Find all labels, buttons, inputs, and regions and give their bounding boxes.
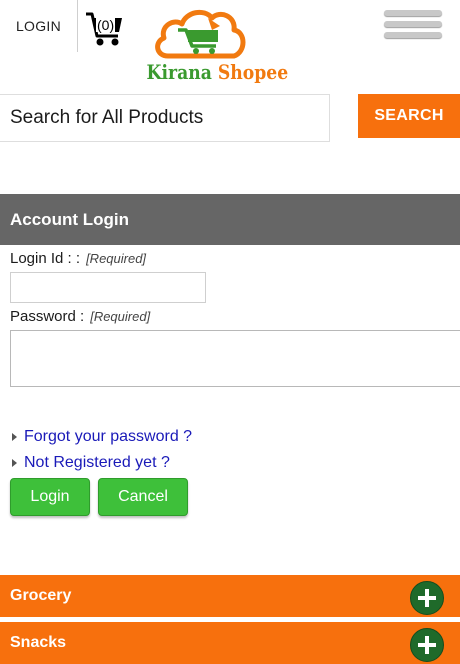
site-logo[interactable]: Kirana Shopee xyxy=(138,4,289,92)
menu-hamburger-icon[interactable] xyxy=(384,10,442,40)
password-field[interactable] xyxy=(10,330,460,387)
password-label: Password : [Required] xyxy=(10,308,150,325)
category-grocery-label: Grocery xyxy=(10,587,72,604)
login-id-field[interactable] xyxy=(10,272,206,303)
logo-text-kirana: Kirana xyxy=(146,60,212,84)
forgot-password-text: Forgot your password ? xyxy=(24,428,193,445)
account-login-header: Account Login xyxy=(0,194,460,245)
search-input[interactable]: Search for All Products xyxy=(0,94,330,142)
register-link[interactable]: Not Registered yet ? xyxy=(12,454,170,472)
site-header: LOGIN (0) Kirana Shopee xyxy=(0,0,460,92)
header-login-link[interactable]: LOGIN xyxy=(0,0,78,52)
login-id-label: Login Id : : [Required] xyxy=(10,250,146,267)
category-snacks[interactable]: Snacks xyxy=(0,622,460,664)
expand-plus-icon[interactable] xyxy=(410,581,444,615)
expand-plus-icon[interactable] xyxy=(410,628,444,662)
logo-cloud-cart-icon xyxy=(155,9,246,59)
logo-text: Kirana Shopee xyxy=(146,60,289,84)
login-id-required-note: [Required] xyxy=(86,251,147,266)
cart-button[interactable]: (0) xyxy=(84,8,126,48)
cancel-button[interactable]: Cancel xyxy=(98,478,188,516)
forgot-password-link[interactable]: Forgot your password ? xyxy=(12,428,192,446)
password-label-text: Password : xyxy=(10,308,85,325)
cart-count: (0) xyxy=(96,17,116,33)
login-button[interactable]: Login xyxy=(10,478,90,516)
password-required-note: [Required] xyxy=(90,309,151,324)
category-snacks-label: Snacks xyxy=(10,634,67,651)
search-button[interactable]: SEARCH xyxy=(358,94,460,138)
logo-text-shopee: Shopee xyxy=(217,60,289,84)
arrow-right-icon xyxy=(12,459,17,467)
arrow-right-icon xyxy=(12,433,17,441)
category-grocery[interactable]: Grocery xyxy=(0,575,460,617)
register-text: Not Registered yet ? xyxy=(24,454,170,471)
login-id-label-text: Login Id : : xyxy=(10,250,81,267)
